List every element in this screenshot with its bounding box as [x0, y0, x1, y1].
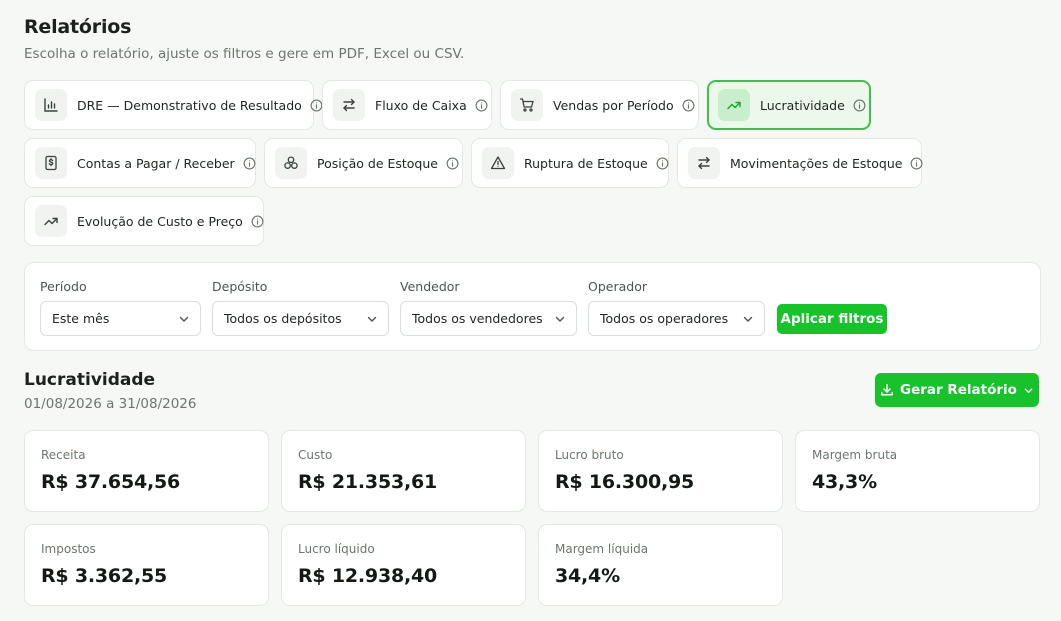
info-icon[interactable] — [656, 157, 669, 170]
filter-period: Período Este mês — [40, 279, 201, 336]
period-select[interactable]: Este mês — [40, 301, 201, 336]
info-icon[interactable] — [910, 157, 923, 170]
chevron-down-icon — [555, 316, 565, 322]
filter-label: Vendedor — [400, 279, 460, 294]
operator-select[interactable]: Todos os operadores — [588, 301, 765, 336]
report-card-dre[interactable]: DRE — Demonstrativo de Resultado — [24, 80, 323, 130]
operator-select-value: Todos os operadores — [600, 311, 729, 326]
chevron-down-icon — [367, 316, 377, 322]
report-card-label: Ruptura de Estoque — [524, 155, 648, 171]
kpi-card-gross-profit: Lucro bruto R$ 16.300,95 — [538, 430, 783, 512]
report-card-label: Fluxo de Caixa — [375, 97, 467, 113]
info-icon[interactable] — [682, 99, 695, 112]
filter-seller: Vendedor Todos os vendedores — [400, 279, 577, 336]
seller-select-value: Todos os vendedores — [412, 311, 543, 326]
report-card-label: DRE — Demonstrativo de Resultado — [77, 97, 302, 113]
trending-up-icon — [35, 205, 67, 237]
seller-select[interactable]: Todos os vendedores — [400, 301, 577, 336]
generate-report-button[interactable]: Gerar Relatório — [875, 373, 1039, 407]
kpi-card-gross-margin: Margem bruta 43,3% — [795, 430, 1040, 512]
report-card-label: Contas a Pagar / Receber — [77, 155, 235, 171]
report-card-accounts[interactable]: Contas a Pagar / Receber — [24, 138, 256, 188]
report-card-stock-movements[interactable]: Movimentações de Estoque — [677, 138, 923, 188]
kpi-card-revenue: Receita R$ 37.654,56 — [24, 430, 269, 512]
report-card-sales-period[interactable]: Vendas por Período — [500, 80, 699, 130]
generate-report-label: Gerar Relatório — [900, 382, 1017, 398]
filter-label: Operador — [588, 279, 647, 294]
download-icon — [881, 384, 893, 396]
info-icon[interactable] — [310, 99, 323, 112]
arrows-exchange-icon — [688, 147, 720, 179]
chevron-down-icon — [743, 316, 753, 322]
info-icon[interactable] — [243, 157, 256, 170]
kpi-label: Receita — [41, 448, 86, 462]
kpi-card-net-profit: Lucro líquido R$ 12.938,40 — [281, 524, 526, 606]
report-card-stockout[interactable]: Ruptura de Estoque — [471, 138, 669, 188]
page-header: Relatórios Escolha o relatório, ajuste o… — [24, 16, 464, 62]
filter-label: Depósito — [212, 279, 268, 294]
report-card-label: Movimentações de Estoque — [730, 155, 903, 171]
report-card-label: Posição de Estoque — [317, 155, 438, 171]
kpi-label: Margem líquida — [555, 542, 649, 556]
filters-panel: Período Este mês Depósito Todos os depós… — [24, 262, 1041, 351]
report-card-label: Evolução de Custo e Preço — [77, 213, 243, 229]
boxes-icon — [275, 147, 307, 179]
chevron-down-icon — [179, 316, 189, 322]
kpi-value: R$ 3.362,55 — [41, 565, 168, 587]
report-card-profitability[interactable]: Lucratividade — [707, 80, 871, 130]
warehouse-select[interactable]: Todos os depósitos — [212, 301, 389, 336]
kpi-card-taxes: Impostos R$ 3.362,55 — [24, 524, 269, 606]
page-title: Relatórios — [24, 16, 132, 38]
result-title: Lucratividade — [24, 370, 156, 390]
info-icon[interactable] — [475, 99, 488, 112]
report-card-cost-price[interactable]: Evolução de Custo e Preço — [24, 196, 264, 246]
trending-up-icon — [718, 89, 750, 121]
kpi-value: 43,3% — [812, 471, 877, 493]
shopping-cart-icon — [511, 89, 543, 121]
period-select-value: Este mês — [52, 311, 110, 326]
kpi-value: R$ 12.938,40 — [298, 565, 438, 587]
kpi-label: Lucro líquido — [298, 542, 375, 556]
warning-triangle-icon — [482, 147, 514, 179]
result-date-range: 01/08/2026 a 31/08/2026 — [24, 396, 197, 412]
kpi-value: 34,4% — [555, 565, 620, 587]
kpi-value: R$ 37.654,56 — [41, 471, 181, 493]
arrows-exchange-icon — [333, 89, 365, 121]
report-card-label: Lucratividade — [760, 97, 845, 113]
chevron-down-icon — [1024, 387, 1033, 393]
kpi-label: Lucro bruto — [555, 448, 624, 462]
kpi-value: R$ 21.353,61 — [298, 471, 438, 493]
kpi-label: Margem bruta — [812, 448, 898, 462]
apply-filters-button[interactable]: Aplicar filtros — [777, 304, 887, 334]
filter-operator: Operador Todos os operadores — [588, 279, 765, 336]
kpi-label: Custo — [298, 448, 333, 462]
dollar-document-icon — [35, 147, 67, 179]
page-subtitle: Escolha o relatório, ajuste os filtros e… — [24, 46, 465, 62]
report-card-stock-position[interactable]: Posição de Estoque — [264, 138, 463, 188]
info-icon[interactable] — [446, 157, 459, 170]
kpi-value: R$ 16.300,95 — [555, 471, 695, 493]
info-icon[interactable] — [853, 99, 866, 112]
bar-chart-icon — [35, 89, 67, 121]
kpi-card-cost: Custo R$ 21.353,61 — [281, 430, 526, 512]
kpi-label: Impostos — [41, 542, 96, 556]
filter-label: Período — [40, 279, 87, 294]
report-card-cash-flow[interactable]: Fluxo de Caixa — [322, 80, 492, 130]
report-card-label: Vendas por Período — [553, 97, 674, 113]
warehouse-select-value: Todos os depósitos — [224, 311, 342, 326]
filter-warehouse: Depósito Todos os depósitos — [212, 279, 389, 336]
kpi-card-net-margin: Margem líquida 34,4% — [538, 524, 783, 606]
info-icon[interactable] — [251, 215, 264, 228]
